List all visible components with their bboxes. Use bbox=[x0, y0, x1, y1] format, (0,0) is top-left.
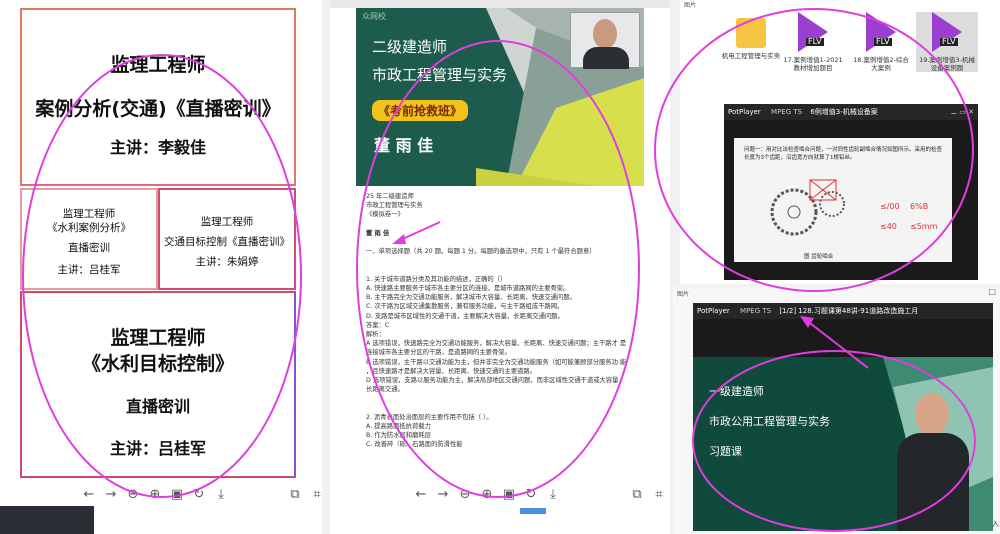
annotation-arrows bbox=[392, 221, 869, 369]
